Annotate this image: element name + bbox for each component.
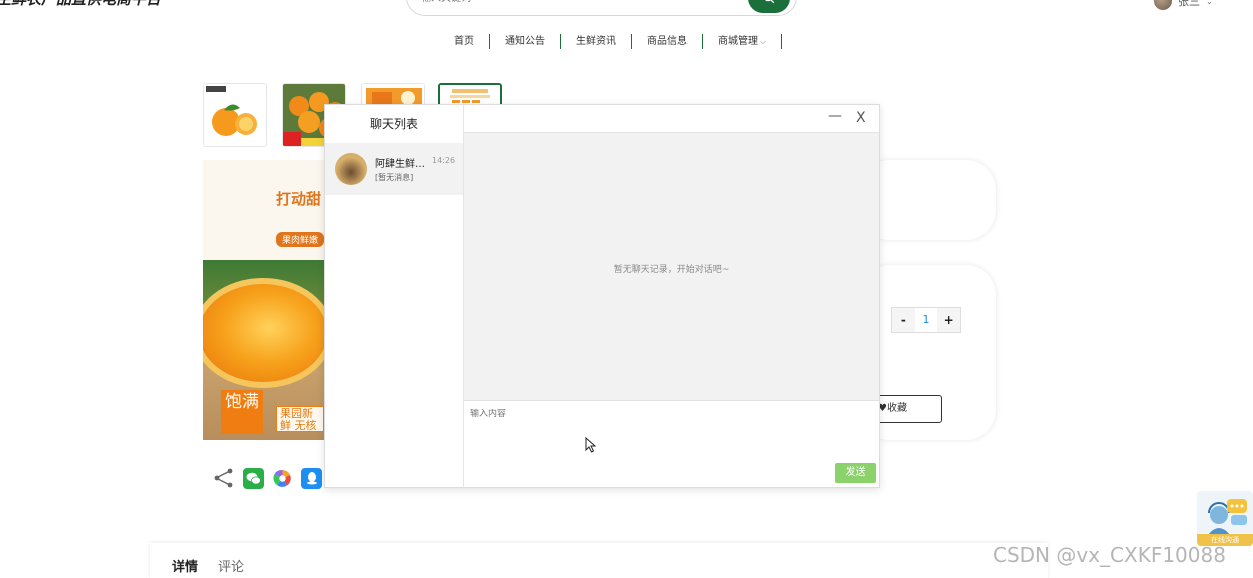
moments-icon[interactable] (272, 468, 293, 489)
customer-service-icon (1208, 499, 1247, 535)
nav-label: 生鲜资讯 (576, 36, 616, 47)
chat-list-panel: 聊天列表 阿肆生鲜店铺 14:26 [暂无消息] (325, 105, 464, 487)
qq-icon[interactable] (301, 467, 322, 489)
site-title: 生鲜农产品直供电商平台 (0, 0, 161, 9)
watermark: CSDN @vx_CXKF10088 (993, 543, 1226, 567)
favorite-label: 收藏 (886, 403, 907, 414)
quantity-stepper: - 1 + (891, 307, 961, 333)
nav-label: 商城管理 (718, 36, 758, 47)
conversation-item[interactable]: 阿肆生鲜店铺 14:26 [暂无消息] (325, 143, 463, 195)
chat-messages-area: 暂无聊天记录，开始对话吧~ (464, 133, 879, 401)
nav-item-news[interactable]: 生鲜资讯 (561, 34, 632, 49)
avatar (335, 153, 367, 185)
tag-fresh: 果园新鲜 无核化 (276, 406, 324, 432)
quantity-increase-button[interactable]: + (937, 313, 960, 327)
conversation-time: 14:26 (432, 156, 456, 165)
favorite-button[interactable]: ♥收藏 (875, 395, 942, 423)
wechat-icon[interactable] (243, 467, 264, 489)
nav-label: 首页 (454, 36, 474, 47)
conversation-name: 阿肆生鲜店铺 (375, 159, 427, 170)
conversation-last-message: [暂无消息] (375, 173, 414, 182)
chat-dialog: 聊天列表 阿肆生鲜店铺 14:26 [暂无消息] — X 暂无聊天记录，开始对话… (324, 104, 880, 488)
send-button[interactable]: 发送 (835, 463, 876, 483)
promo-pill: 果肉鲜嫩 (276, 232, 324, 247)
orange-thumbnail-image (204, 84, 266, 146)
nav-item-home[interactable]: 首页 (444, 34, 490, 49)
nav-label: 商品信息 (647, 36, 687, 47)
close-button[interactable]: X (856, 110, 866, 126)
nav-label: 通知公告 (505, 36, 545, 47)
search-button[interactable] (748, 0, 790, 13)
quantity-value[interactable]: 1 (914, 308, 938, 332)
online-service-button[interactable]: 在线沟通 (1197, 491, 1253, 546)
chat-main-panel: — X 暂无聊天记录，开始对话吧~ 发送 (464, 105, 879, 487)
chat-list-title: 聊天列表 (369, 117, 418, 131)
user-avatar (1154, 0, 1172, 10)
search-input[interactable] (421, 0, 721, 4)
search-box (406, 0, 797, 16)
chat-header: — X (464, 105, 879, 133)
tag-full: 饱满 (221, 390, 263, 434)
chevron-down-icon: ⌄ (1206, 0, 1213, 6)
chevron-down-icon: ⌵ (760, 37, 767, 46)
minimize-button[interactable]: — (828, 108, 842, 124)
user-name: 张三 (1178, 0, 1200, 8)
nav-item-products[interactable]: 商品信息 (632, 34, 703, 49)
main-nav: 首页 通知公告 生鲜资讯 商品信息 商城管理 ⌵ (444, 34, 783, 49)
tab-details[interactable]: 详情 (172, 556, 198, 575)
quantity-decrease-button[interactable]: - (892, 313, 915, 327)
product-thumbnail[interactable] (203, 83, 267, 147)
user-menu[interactable]: 张三 ⌄ (1154, 0, 1213, 10)
nav-item-notices[interactable]: 通知公告 (490, 34, 561, 49)
nav-item-mall-management[interactable]: 商城管理 ⌵ (703, 34, 783, 49)
search-icon (764, 0, 775, 4)
chat-message-input[interactable] (470, 409, 870, 419)
orange-slice-image (203, 278, 324, 388)
empty-chat-message: 暂无聊天记录，开始对话吧~ (613, 265, 730, 275)
share-icon[interactable] (213, 467, 235, 489)
tab-comments[interactable]: 评论 (218, 556, 244, 575)
detail-tabs: 详情 评论 (150, 543, 1048, 578)
product-info-card (860, 160, 996, 240)
mouse-cursor-icon (585, 437, 597, 453)
share-row (213, 467, 322, 489)
promo-title: 打动甜 (276, 190, 322, 208)
product-main-image: 打动甜 果肉鲜嫩 饱满 果园新鲜 无核化 (203, 160, 324, 440)
